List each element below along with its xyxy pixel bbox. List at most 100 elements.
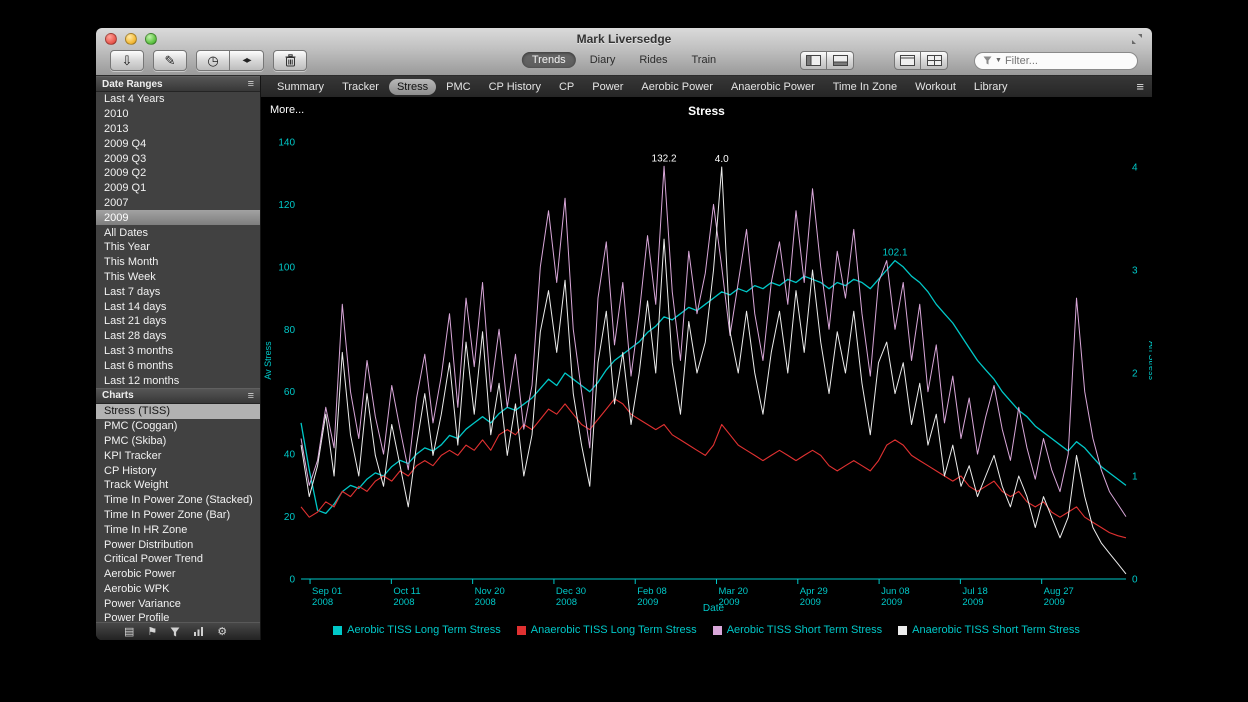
chart-item[interactable]: Stress (TISS) [96, 404, 260, 419]
view-segment[interactable]: Rides [629, 52, 677, 68]
chart-item[interactable]: Time In Power Zone (Stacked) [96, 493, 260, 508]
chart-item[interactable]: Time In Power Zone (Bar) [96, 508, 260, 523]
date-range-item[interactable]: This Month [96, 255, 260, 270]
chart-tab[interactable]: CP [551, 79, 582, 95]
date-range-item[interactable]: Last 14 days [96, 299, 260, 314]
delete-activity-button[interactable] [273, 50, 307, 71]
date-range-item[interactable]: 2009 Q1 [96, 181, 260, 196]
charts-header[interactable]: Charts ≡ [96, 388, 260, 404]
chart-item[interactable]: Power Variance [96, 596, 260, 611]
stopwatch-icon: ◷ [207, 53, 218, 69]
chart-item[interactable]: Time In HR Zone [96, 522, 260, 537]
chart-tab[interactable]: Time In Zone [825, 79, 905, 95]
bar-chart-icon[interactable] [193, 626, 204, 637]
date-range-item[interactable]: 2010 [96, 107, 260, 122]
svg-text:2008: 2008 [556, 597, 577, 608]
date-range-item[interactable]: Last 7 days [96, 284, 260, 299]
window-chrome: Mark Liversedge ⇩ ✎ ◷ [96, 28, 1152, 76]
manual-entry-button[interactable]: ✎ [153, 50, 187, 71]
date-range-item[interactable]: 2013 [96, 122, 260, 137]
svg-text:2009: 2009 [881, 597, 902, 608]
chart-tab[interactable]: Summary [269, 79, 332, 95]
section-menu-icon[interactable]: ≡ [248, 390, 254, 402]
close-button[interactable] [105, 33, 117, 45]
chart-item[interactable]: KPI Tracker [96, 448, 260, 463]
minimize-button[interactable] [125, 33, 137, 45]
date-range-item[interactable]: Last 28 days [96, 329, 260, 344]
chart-tab[interactable]: CP History [481, 79, 549, 95]
sidebar: Date Ranges ≡ Last 4 Years 2010 2013 200… [96, 76, 261, 640]
chart-item[interactable]: CP History [96, 463, 260, 478]
tiled-view-button[interactable] [921, 51, 948, 70]
charts-list: Stress (TISS) PMC (Coggan) PMC (Skiba) K… [96, 404, 260, 622]
chart-tab[interactable]: Workout [907, 79, 964, 95]
chart-item[interactable]: Aerobic Power [96, 567, 260, 582]
chart-item[interactable]: Power Profile [96, 611, 260, 622]
chart-tab[interactable]: Anaerobic Power [723, 79, 823, 95]
date-range-item[interactable]: 2009 Q4 [96, 136, 260, 151]
date-range-item[interactable]: This Week [96, 270, 260, 285]
zoom-button[interactable] [145, 33, 157, 45]
svg-text:0: 0 [1132, 575, 1138, 586]
svg-text:132.2: 132.2 [652, 153, 677, 164]
date-range-item[interactable]: 2009 Q3 [96, 151, 260, 166]
funnel-icon[interactable] [170, 627, 180, 637]
section-menu-icon[interactable]: ≡ [248, 78, 254, 90]
view-segment[interactable]: Diary [580, 52, 626, 68]
date-range-item[interactable]: Last 12 months [96, 373, 260, 388]
chart-tab[interactable]: Power [584, 79, 631, 95]
svg-text:Apr 29: Apr 29 [800, 586, 828, 597]
filter-input[interactable] [1005, 55, 1129, 67]
chart-item[interactable]: Aerobic WPK [96, 582, 260, 597]
chart-item[interactable]: Track Weight [96, 478, 260, 493]
legend-swatch [898, 626, 907, 635]
show-sidebar-button[interactable] [800, 51, 827, 70]
date-range-item[interactable]: Last 3 months [96, 344, 260, 359]
stopwatch-button[interactable]: ◷ [196, 50, 230, 71]
svg-text:1: 1 [1132, 472, 1138, 483]
svg-text:Nov 20: Nov 20 [475, 586, 505, 597]
date-range-item[interactable]: 2009 [96, 210, 260, 225]
chart-item[interactable]: PMC (Coggan) [96, 419, 260, 434]
svg-text:Mar 20: Mar 20 [719, 586, 749, 597]
chart-item[interactable]: PMC (Skiba) [96, 434, 260, 449]
chart-tab[interactable]: PMC [438, 79, 478, 95]
svg-text:80: 80 [284, 325, 296, 336]
chart-tab[interactable]: Library [966, 79, 1016, 95]
fullscreen-icon[interactable] [1130, 32, 1144, 46]
download-activity-button[interactable]: ⇩ [110, 50, 144, 71]
date-range-item[interactable]: Last 6 months [96, 358, 260, 373]
chart-tab[interactable]: Stress [389, 79, 436, 95]
show-bottombar-button[interactable] [827, 51, 854, 70]
chart-tab[interactable]: Aerobic Power [633, 79, 721, 95]
tabbed-view-button[interactable] [894, 51, 921, 70]
gear-icon[interactable]: ⚙ [217, 625, 227, 638]
download-icon: ⇩ [122, 53, 133, 69]
svg-text:An Stress: An Stress [1147, 341, 1152, 380]
svg-text:Oct 11: Oct 11 [393, 586, 420, 597]
chart-item[interactable]: Power Distribution [96, 537, 260, 552]
legend-item: Anaerobic TISS Short Term Stress [898, 624, 1080, 636]
window-title: Mark Liversedge [96, 32, 1152, 46]
date-range-item[interactable]: Last 21 days [96, 314, 260, 329]
view-segment[interactable]: Train [681, 52, 726, 68]
titlebar[interactable]: Mark Liversedge [96, 28, 1152, 49]
chart-tab[interactable]: Tracker [334, 79, 387, 95]
date-range-item[interactable]: This Year [96, 240, 260, 255]
date-range-item[interactable]: All Dates [96, 225, 260, 240]
filter-dropdown-icon[interactable]: ▼ [995, 57, 1002, 64]
chart-item[interactable]: Critical Power Trend [96, 552, 260, 567]
date-range-item[interactable]: 2009 Q2 [96, 166, 260, 181]
intervals-button[interactable]: ◂▸ [230, 50, 264, 71]
filter-field[interactable]: ▼ [974, 52, 1138, 70]
view-segment[interactable]: Trends [522, 52, 576, 68]
legend-swatch [333, 626, 342, 635]
date-range-item[interactable]: Last 4 Years [96, 92, 260, 107]
tabbar-menu-icon[interactable]: ≡ [1136, 79, 1144, 94]
svg-text:120: 120 [278, 200, 295, 211]
panes-icon[interactable]: ▤ [124, 625, 134, 638]
date-range-item[interactable]: 2007 [96, 196, 260, 211]
svg-text:60: 60 [284, 387, 296, 398]
bookmark-icon[interactable]: ⚑ [147, 625, 157, 638]
date-ranges-header[interactable]: Date Ranges ≡ [96, 76, 260, 92]
